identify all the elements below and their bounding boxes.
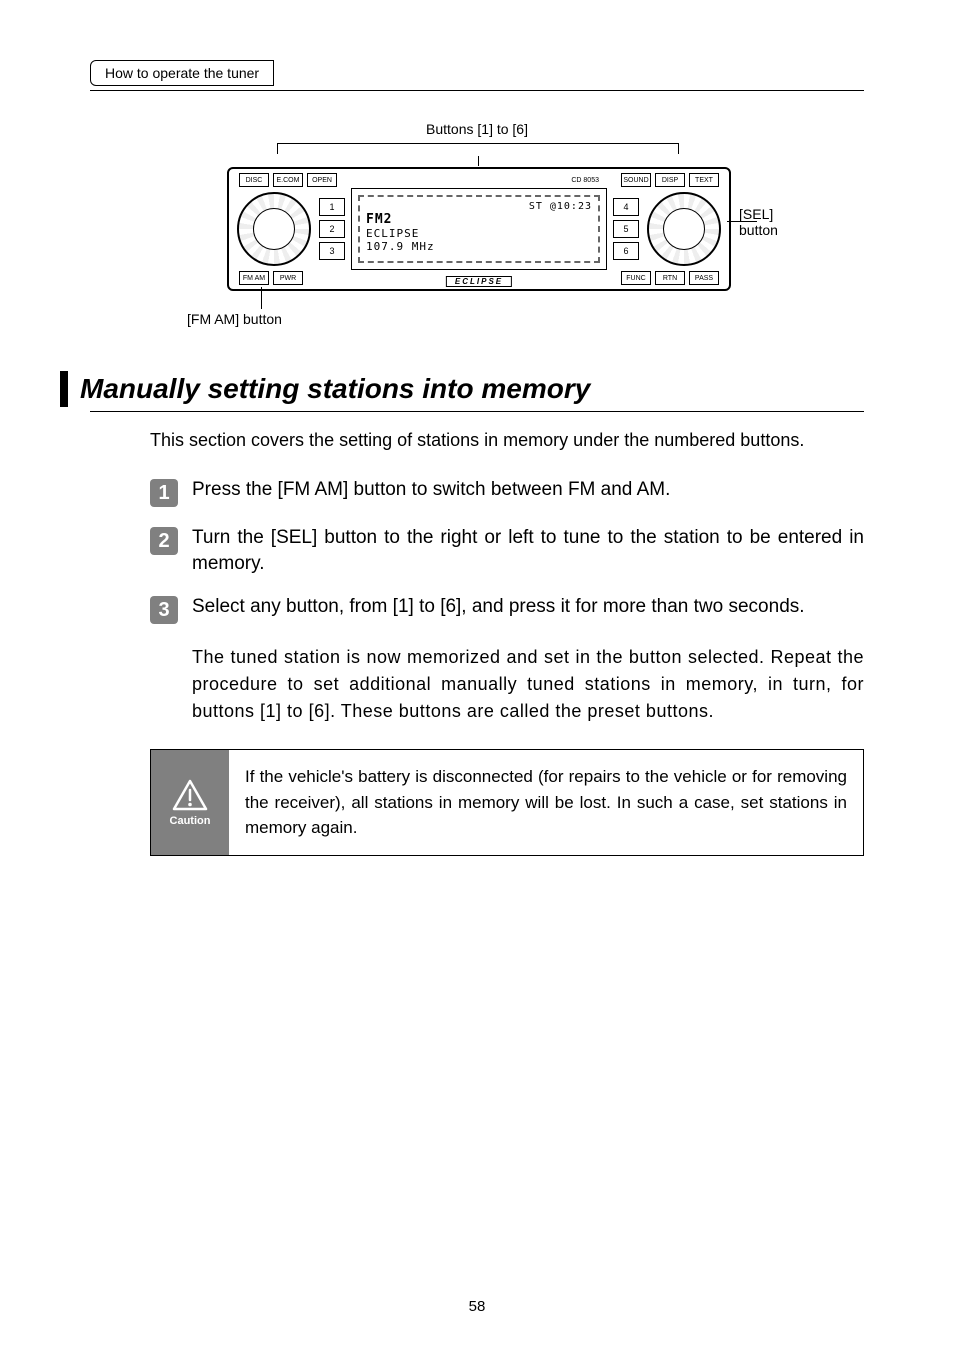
right-knob-sel bbox=[647, 192, 721, 266]
btn-text: TEXT bbox=[689, 173, 719, 187]
leader-fmam bbox=[261, 287, 262, 309]
lcd-status: ST @10:23 bbox=[366, 201, 592, 212]
label-sel: [SEL]button bbox=[739, 206, 819, 238]
btn-sound: SOUND bbox=[621, 173, 651, 187]
step-3: 3 Select any button, from [1] to [6], an… bbox=[150, 594, 864, 624]
step-text-2: Turn the [SEL] button to the right or le… bbox=[192, 525, 864, 576]
bottom-right-buttons: FUNC RTN PASS bbox=[621, 271, 719, 285]
top-left-buttons: DISC E.COM OPEN bbox=[239, 173, 337, 187]
breadcrumb: How to operate the tuner bbox=[90, 60, 274, 86]
bracket-stem bbox=[478, 156, 479, 166]
caution-icon bbox=[172, 779, 208, 811]
body: This section covers the setting of stati… bbox=[150, 428, 864, 725]
caution-text: If the vehicle's battery is disconnected… bbox=[229, 750, 863, 855]
step-1: 1 Press the [FM AM] button to switch bet… bbox=[150, 477, 864, 507]
btn-open: OPEN bbox=[307, 173, 337, 187]
caution-box: Caution If the vehicle's battery is disc… bbox=[150, 749, 864, 856]
btn-fm-am: FM AM bbox=[239, 271, 269, 285]
step-num-1: 1 bbox=[150, 479, 178, 507]
preset-right-col: 4 5 6 bbox=[613, 198, 639, 260]
bottom-left-buttons: FM AM PWR bbox=[239, 271, 303, 285]
result-text: The tuned station is now memorized and s… bbox=[192, 644, 864, 725]
step-2: 2 Turn the [SEL] button to the right or … bbox=[150, 525, 864, 576]
btn-pass: PASS bbox=[689, 271, 719, 285]
label-buttons-1-6: Buttons [1] to [6] bbox=[426, 121, 528, 137]
preset-5: 5 bbox=[613, 220, 639, 238]
heading-rule bbox=[90, 411, 864, 412]
section-heading-wrap: Manually setting stations into memory bbox=[60, 371, 864, 407]
page: How to operate the tuner Buttons [1] to … bbox=[0, 0, 954, 1355]
intro-text: This section covers the setting of stati… bbox=[150, 428, 864, 453]
caution-label: Caution bbox=[170, 815, 211, 827]
faceplate: DISC E.COM OPEN SOUND DISP TEXT 1 2 3 ST… bbox=[227, 167, 731, 291]
brand-label: ECLIPSE bbox=[446, 276, 512, 287]
lcd-inner: ST @10:23 FM2 ECLIPSE 107.9 MHz bbox=[358, 195, 600, 263]
btn-ecom: E.COM bbox=[273, 173, 303, 187]
lcd: ST @10:23 FM2 ECLIPSE 107.9 MHz bbox=[351, 188, 607, 270]
btn-rtn: RTN bbox=[655, 271, 685, 285]
bracket-top bbox=[277, 143, 679, 154]
accent-bar bbox=[60, 371, 68, 407]
btn-disp: DISP bbox=[655, 173, 685, 187]
lcd-freq: 107.9 MHz bbox=[366, 240, 592, 253]
device-diagram: Buttons [1] to [6] DISC E.COM OPEN SOUND… bbox=[177, 121, 777, 341]
btn-func: FUNC bbox=[621, 271, 651, 285]
breadcrumb-text: How to operate the tuner bbox=[105, 65, 259, 81]
section-heading: Manually setting stations into memory bbox=[80, 371, 590, 407]
model-label: CD 8053 bbox=[571, 177, 599, 184]
step-text-3: Select any button, from [1] to [6], and … bbox=[192, 594, 864, 620]
preset-4: 4 bbox=[613, 198, 639, 216]
btn-pwr: PWR bbox=[273, 271, 303, 285]
caution-icon-side: Caution bbox=[151, 750, 229, 855]
preset-3: 3 bbox=[319, 242, 345, 260]
preset-1: 1 bbox=[319, 198, 345, 216]
step-num-2: 2 bbox=[150, 527, 178, 555]
lcd-band: FM2 bbox=[366, 212, 592, 227]
page-number: 58 bbox=[469, 1298, 486, 1315]
preset-2: 2 bbox=[319, 220, 345, 238]
step-num-3: 3 bbox=[150, 596, 178, 624]
preset-6: 6 bbox=[613, 242, 639, 260]
lcd-brand: ECLIPSE bbox=[366, 227, 592, 240]
preset-left-col: 1 2 3 bbox=[319, 198, 345, 260]
btn-disc: DISC bbox=[239, 173, 269, 187]
divider-top bbox=[90, 90, 864, 91]
left-knob bbox=[237, 192, 311, 266]
label-fmam: [FM AM] button bbox=[187, 311, 282, 327]
top-right-buttons: SOUND DISP TEXT bbox=[621, 173, 719, 187]
step-text-1: Press the [FM AM] button to switch betwe… bbox=[192, 477, 864, 503]
